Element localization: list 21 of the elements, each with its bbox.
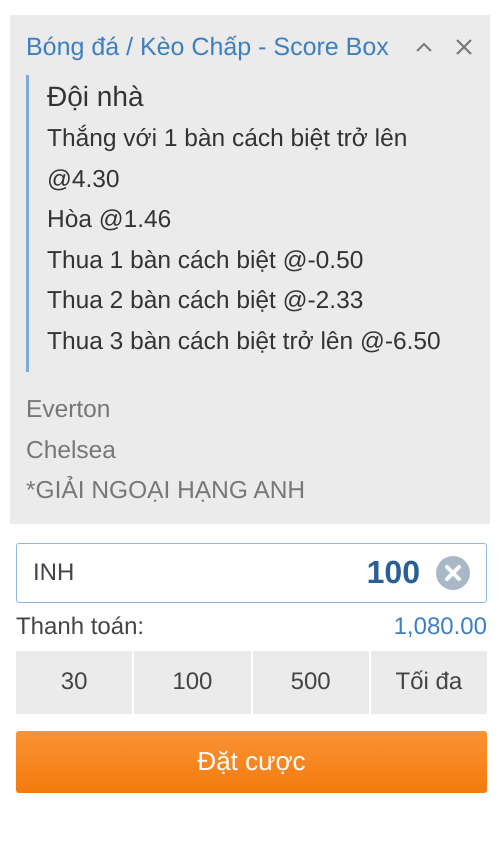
bet-title: Bóng đá / Kèo Chấp - Score Box: [26, 32, 390, 63]
quick-stake-button[interactable]: Tối đa: [370, 650, 487, 714]
clear-icon[interactable]: [436, 556, 470, 590]
quick-stake-button[interactable]: 500: [252, 650, 369, 714]
payout-label: Thanh toán:: [16, 612, 144, 640]
selection-option: Thua 3 bàn cách biệt trở lên @-6.50: [47, 322, 474, 362]
quick-stake-button[interactable]: 30: [16, 650, 132, 714]
selection-option: Thua 2 bàn cách biệt @-2.33: [47, 281, 474, 322]
currency-label: INH: [33, 558, 74, 586]
close-icon[interactable]: [454, 37, 474, 57]
selection-heading: Đội nhà: [47, 80, 145, 114]
stake-input[interactable]: 100: [74, 553, 422, 592]
selection-option: Thắng với 1 bàn cách biệt trở lên @4.30: [47, 119, 474, 200]
payout-value: 1,080.00: [394, 612, 487, 640]
quick-stake-button[interactable]: 100: [134, 650, 250, 714]
match-info: *GIẢI NGOẠI HẠNG ANH: [26, 475, 306, 506]
selection-option: Hòa @1.46: [47, 200, 474, 240]
selection-option: Thua 1 bàn cách biệt @-0.50: [47, 240, 474, 281]
stake-field[interactable]: INH 100: [16, 542, 487, 602]
match-info: Everton: [26, 395, 112, 425]
match-info: Chelsea: [26, 436, 117, 466]
